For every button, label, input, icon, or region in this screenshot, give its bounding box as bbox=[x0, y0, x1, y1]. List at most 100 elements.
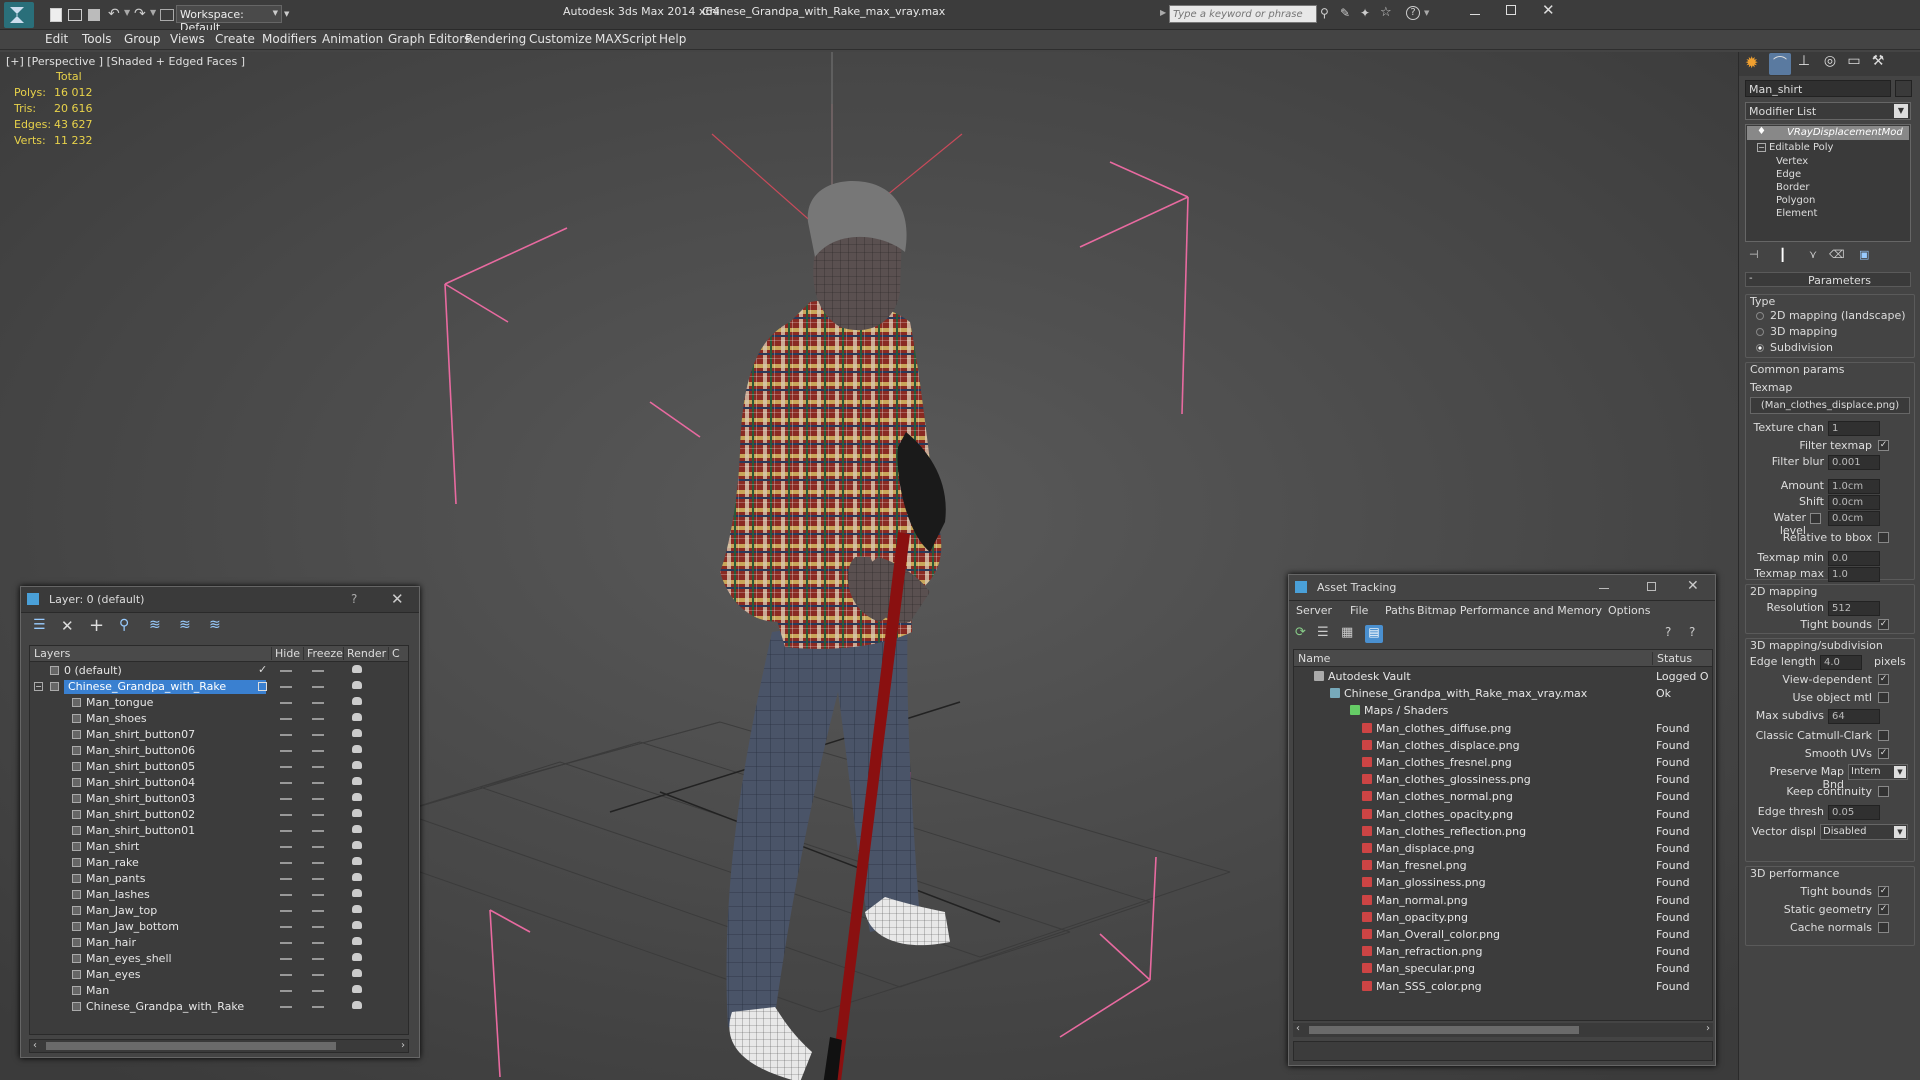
max-subdivs-spinner[interactable]: 64 bbox=[1828, 709, 1880, 724]
render-teapot-icon[interactable] bbox=[352, 745, 362, 753]
modify-tab-icon[interactable]: ⌒ bbox=[1769, 53, 1791, 75]
layer-row[interactable]: Man bbox=[30, 983, 408, 999]
hide-toggle[interactable] bbox=[280, 718, 292, 720]
layer-scroll-thumb[interactable] bbox=[46, 1042, 336, 1050]
layer-row[interactable]: Man_shirt_button06 bbox=[30, 743, 408, 759]
layer-row[interactable]: Man_shirt_button05 bbox=[30, 759, 408, 775]
filter-texmap-checkbox[interactable]: ✓ bbox=[1878, 440, 1889, 451]
menu-edit[interactable]: Edit bbox=[45, 32, 68, 46]
asset-row[interactable]: Man_fresnel.png Found bbox=[1294, 857, 1712, 874]
menu-graph-editors[interactable]: Graph Editors bbox=[388, 32, 470, 46]
stack-item-edge[interactable]: Edge bbox=[1776, 167, 1801, 181]
layer-row[interactable]: Man_shirt_button03 bbox=[30, 791, 408, 807]
asset-menu-paths[interactable]: Paths bbox=[1385, 604, 1415, 617]
radio-subdivision[interactable]: Subdivision bbox=[1756, 341, 1906, 355]
asset-row[interactable]: Man_SSS_color.png Found bbox=[1294, 978, 1712, 995]
active-layer-toggle[interactable] bbox=[258, 682, 267, 691]
relative-bbox-checkbox[interactable] bbox=[1878, 532, 1889, 543]
list-view-icon[interactable]: ☰ bbox=[1317, 625, 1333, 641]
hide-toggle[interactable] bbox=[280, 894, 292, 896]
render-teapot-icon[interactable] bbox=[352, 969, 362, 977]
asset-row[interactable]: Man_glossiness.png Found bbox=[1294, 874, 1712, 891]
menu-maxscript[interactable]: MAXScript bbox=[595, 32, 657, 46]
hide-toggle[interactable] bbox=[280, 1006, 292, 1008]
layer-row[interactable]: Man_lashes bbox=[30, 887, 408, 903]
asset-row[interactable]: Man_opacity.png Found bbox=[1294, 909, 1712, 926]
shift-spinner[interactable]: 0.0cm bbox=[1828, 495, 1880, 510]
col-freeze[interactable]: Freeze bbox=[303, 647, 343, 660]
layer-row[interactable]: 0 (default) ✓ bbox=[30, 663, 408, 679]
hide-toggle[interactable] bbox=[280, 958, 292, 960]
new-file-icon[interactable] bbox=[50, 8, 62, 22]
view-dependent-checkbox[interactable]: ✓ bbox=[1878, 674, 1889, 685]
freeze-toggle[interactable] bbox=[312, 958, 324, 960]
layer-hscrollbar[interactable]: ‹ › bbox=[29, 1039, 409, 1053]
hide-toggle[interactable] bbox=[280, 734, 292, 736]
render-teapot-icon[interactable] bbox=[352, 777, 362, 785]
workspace-dropdown[interactable]: Workspace: Default ▼ bbox=[176, 5, 282, 34]
col-layers[interactable]: Layers bbox=[34, 647, 70, 660]
tight-bounds-checkbox[interactable]: ✓ bbox=[1878, 619, 1889, 630]
hide-toggle[interactable] bbox=[280, 798, 292, 800]
communication-icon[interactable]: ✦ bbox=[1360, 6, 1370, 20]
expand-minus-icon[interactable]: − bbox=[34, 682, 43, 691]
layer-row[interactable]: Man_Jaw_top bbox=[30, 903, 408, 919]
render-teapot-icon[interactable] bbox=[352, 841, 362, 849]
freeze-toggle[interactable] bbox=[312, 846, 324, 848]
asset-row[interactable]: Man_clothes_glossiness.png Found bbox=[1294, 771, 1712, 788]
render-teapot-icon[interactable] bbox=[352, 857, 362, 865]
asset-context-help-icon[interactable]: ? bbox=[1689, 625, 1705, 641]
refresh-icon[interactable]: ⟳ bbox=[1295, 625, 1311, 641]
select-in-layer-icon[interactable]: ⚲ bbox=[119, 617, 141, 639]
remove-modifier-icon[interactable]: ⌫ bbox=[1829, 248, 1845, 264]
asset-close-icon[interactable]: ✕ bbox=[1687, 578, 1699, 594]
menu-group[interactable]: Group bbox=[124, 32, 161, 46]
layer-row[interactable]: Man_shirt_button01 bbox=[30, 823, 408, 839]
display-tab-icon[interactable]: ▭ bbox=[1843, 53, 1865, 75]
radio-2d-mapping[interactable]: 2D mapping (landscape) bbox=[1756, 309, 1906, 323]
hide-toggle[interactable] bbox=[280, 942, 292, 944]
hide-toggle[interactable] bbox=[280, 670, 292, 672]
scroll-left-icon[interactable]: ‹ bbox=[33, 1040, 37, 1051]
layer-row[interactable]: Man_shoes bbox=[30, 711, 408, 727]
freeze-toggle[interactable] bbox=[312, 862, 324, 864]
water-level-checkbox[interactable] bbox=[1810, 513, 1821, 524]
static-geometry-checkbox[interactable]: ✓ bbox=[1878, 904, 1889, 915]
freeze-toggle[interactable] bbox=[312, 798, 324, 800]
asset-row[interactable]: Man_Overall_color.png Found bbox=[1294, 926, 1712, 943]
asset-menu-file[interactable]: File bbox=[1350, 604, 1368, 617]
thumbnail-view-icon[interactable]: ▦ bbox=[1341, 625, 1357, 641]
freeze-toggle[interactable] bbox=[312, 766, 324, 768]
stack-item-vray-displacement[interactable]: ♦ VRayDisplacementMod bbox=[1747, 126, 1909, 140]
hide-toggle[interactable] bbox=[280, 830, 292, 832]
stack-item-editable-poly[interactable]: − Editable Poly bbox=[1747, 141, 1909, 155]
amount-spinner[interactable]: 1.0cm bbox=[1828, 479, 1880, 494]
render-teapot-icon[interactable] bbox=[352, 681, 362, 689]
freeze-toggle[interactable] bbox=[312, 670, 324, 672]
search-expand-icon[interactable]: ▶ bbox=[1160, 8, 1166, 17]
render-teapot-icon[interactable] bbox=[352, 1001, 362, 1009]
render-teapot-icon[interactable] bbox=[352, 793, 362, 801]
asset-row[interactable]: Man_refraction.png Found bbox=[1294, 943, 1712, 960]
layer-row[interactable]: Man_hair bbox=[30, 935, 408, 951]
render-teapot-icon[interactable] bbox=[352, 921, 362, 929]
keep-continuity-checkbox[interactable] bbox=[1878, 786, 1889, 797]
col-render[interactable]: Render bbox=[343, 647, 386, 660]
maximize-window-icon[interactable] bbox=[1506, 5, 1516, 15]
layer-row[interactable]: Man_pants bbox=[30, 871, 408, 887]
col-hide[interactable]: Hide bbox=[271, 647, 300, 660]
asset-row[interactable]: Man_clothes_displace.png Found bbox=[1294, 737, 1712, 754]
col-name[interactable]: Name bbox=[1298, 652, 1330, 665]
asset-row[interactable]: Chinese_Grandpa_with_Rake_max_vray.max Ok bbox=[1294, 685, 1712, 702]
utilities-tab-icon[interactable]: ⚒ bbox=[1867, 53, 1889, 75]
freeze-toggle[interactable] bbox=[312, 974, 324, 976]
menu-modifiers[interactable]: Modifiers bbox=[262, 32, 317, 46]
layer-window-close-button[interactable]: ✕ bbox=[391, 590, 404, 608]
make-unique-icon[interactable]: ⋎ bbox=[1809, 248, 1825, 264]
binoculars-icon[interactable]: ⚲ bbox=[1320, 6, 1329, 20]
layer-row[interactable]: Man_Jaw_bottom bbox=[30, 919, 408, 935]
layer-row[interactable]: Man_eyes_shell bbox=[30, 951, 408, 967]
asset-row[interactable]: Autodesk Vault Logged O bbox=[1294, 668, 1712, 685]
asset-row[interactable]: Man_clothes_reflection.png Found bbox=[1294, 823, 1712, 840]
undo-dropdown-icon[interactable]: ▼ bbox=[124, 8, 130, 17]
